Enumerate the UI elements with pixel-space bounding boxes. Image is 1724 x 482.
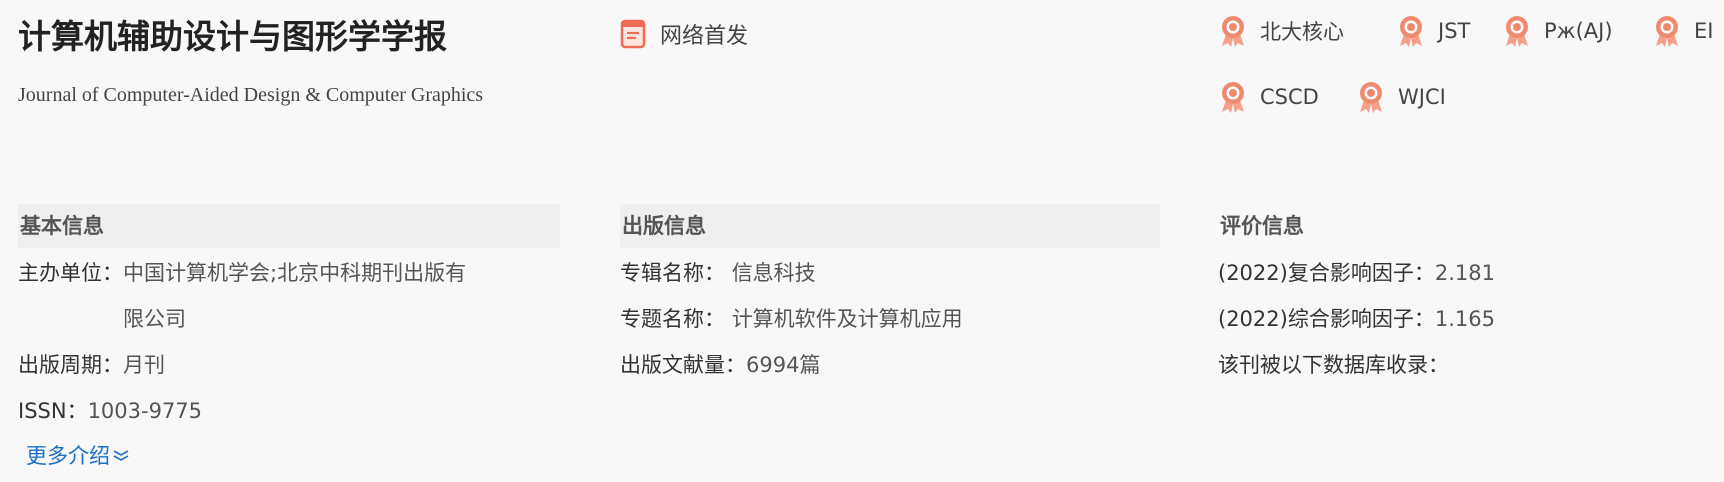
document-icon [620, 19, 646, 49]
more-intro-label: 更多介绍 [26, 444, 110, 468]
eval-info-heading: 评价信息 [1218, 204, 1724, 248]
publish-info-heading: 出版信息 [620, 204, 1160, 248]
count-row: 出版文献量：6994篇 [620, 342, 1160, 388]
badge-rzh-aj: Рж(AJ) [1502, 14, 1613, 48]
journal-english-title: Journal of Computer-Aided Design & Compu… [18, 84, 484, 106]
topic-value: 计算机软件及计算机应用 [731, 307, 963, 331]
issn-value: 1003-9775 [87, 399, 203, 423]
topic-row: 专题名称： 计算机软件及计算机应用 [620, 296, 1160, 342]
sponsor-value: 中国计算机学会;北京中科期刊出版有限公司 [123, 261, 467, 331]
badge-label: EI [1694, 19, 1714, 43]
period-label: 出版周期： [18, 353, 123, 377]
period-row: 出版周期：月刊 [18, 342, 560, 388]
count-label: 出版文献量： [620, 353, 746, 377]
award-ribbon-icon [1502, 14, 1532, 48]
badge-label: Рж(AJ) [1544, 19, 1613, 43]
badge-cscd: CSCD [1218, 80, 1319, 114]
issn-label: ISSN： [18, 399, 88, 423]
more-intro-link[interactable]: 更多介绍 [26, 440, 130, 470]
comprehensive-if-row: (2022)综合影响因子：1.165 [1218, 296, 1724, 342]
comprehensive-if-label: (2022)综合影响因子： [1218, 307, 1435, 331]
sponsor-row: 主办单位：中国计算机学会;北京中科期刊出版有限公司 [18, 250, 560, 342]
topic-label: 专题名称： [620, 307, 725, 331]
award-ribbon-icon [1218, 80, 1248, 114]
award-ribbon-icon [1396, 14, 1426, 48]
issn-row: ISSN：1003-9775 [18, 388, 560, 434]
badge-pku-core: 北大核心 [1218, 14, 1344, 48]
composite-if-row: (2022)复合影响因子：2.181 [1218, 250, 1724, 296]
badge-label: CSCD [1260, 85, 1319, 109]
sponsor-label: 主办单位： [18, 261, 123, 285]
eval-info-section: 评价信息 (2022)复合影响因子：2.181 (2022)综合影响因子：1.1… [1218, 204, 1724, 388]
basic-info-section: 基本信息 主办单位：中国计算机学会;北京中科期刊出版有限公司 出版周期：月刊 I… [18, 204, 560, 434]
comprehensive-if-value: 1.165 [1434, 307, 1495, 331]
count-value: 6994篇 [746, 353, 821, 377]
badge-label: WJCI [1398, 85, 1446, 109]
publish-info-section: 出版信息 专辑名称： 信息科技 专题名称： 计算机软件及计算机应用 出版文献量：… [620, 204, 1160, 388]
award-ribbon-icon [1218, 14, 1248, 48]
badge-label: JST [1438, 19, 1471, 43]
network-first-indicator: 网络首发 [620, 18, 748, 50]
database-row: 该刊被以下数据库收录： [1218, 342, 1724, 388]
badge-label: 北大核心 [1260, 20, 1344, 44]
journal-title: 计算机辅助设计与图形学学报 [18, 17, 447, 56]
album-label: 专辑名称： [620, 261, 725, 285]
basic-info-heading: 基本信息 [18, 204, 560, 248]
double-chevron-down-icon [112, 443, 130, 467]
badge-wjci: WJCI [1356, 80, 1446, 114]
database-label: 该刊被以下数据库收录： [1218, 353, 1449, 377]
album-row: 专辑名称： 信息科技 [620, 250, 1160, 296]
award-ribbon-icon [1356, 80, 1386, 114]
composite-if-value: 2.181 [1434, 261, 1495, 285]
period-value: 月刊 [123, 353, 165, 377]
album-value: 信息科技 [731, 261, 816, 285]
badge-ei: EI [1652, 14, 1713, 48]
network-first-label: 网络首发 [660, 24, 749, 49]
award-ribbon-icon [1652, 14, 1682, 48]
badge-jst: JST [1396, 14, 1470, 48]
composite-if-label: (2022)复合影响因子： [1218, 261, 1435, 285]
